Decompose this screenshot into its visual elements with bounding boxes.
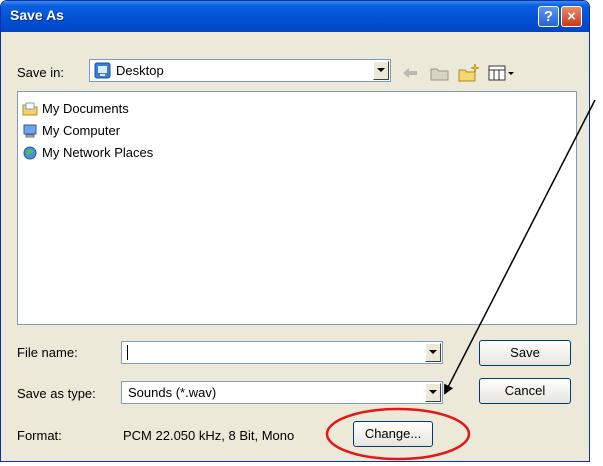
annotation-overlay [325, 99, 596, 461]
annotation-arrow [444, 99, 596, 395]
annotation-highlight-ellipse [325, 407, 471, 461]
